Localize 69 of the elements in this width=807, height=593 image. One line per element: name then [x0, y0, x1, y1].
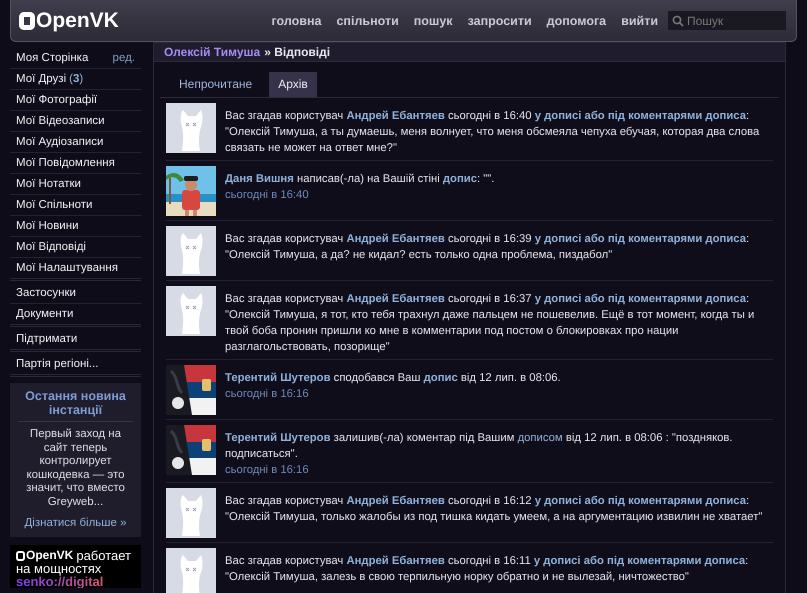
sidebar-link[interactable]: Документи: [16, 307, 74, 321]
timestamp: сьогодні в 16:16: [225, 463, 310, 478]
sidebar-link[interactable]: Мої Друзі: [16, 72, 66, 86]
banner-text: работает: [76, 549, 131, 562]
link[interactable]: у дописі або під коментарями дописа: [534, 293, 746, 305]
user-link[interactable]: Олексій Тимуша: [164, 45, 260, 59]
link[interactable]: у дописі або під коментарями дописа: [534, 233, 746, 245]
banner[interactable]: OpenVK работает на мощностях senko://digital: [10, 545, 141, 588]
notification-text: Вас згадав користувач Андрей Ебантяев сьогодні в 16:39 у дописі або під коментарями дописа: "Олексій Тимуша, а да? не кидал? есть только одна проблема, пиздабол": [225, 232, 750, 263]
nav-link[interactable]: допомога: [546, 14, 606, 28]
search-field[interactable]: Пошук: [668, 11, 786, 30]
link[interactable]: у дописі або під коментарями дописа: [534, 495, 746, 507]
link[interactable]: допис: [424, 372, 458, 384]
sidebar-link[interactable]: Мої Спільноти: [16, 198, 92, 212]
link[interactable]: у дописі або під коментарями дописа: [534, 110, 746, 122]
notification-text: Терентий Шутеров сподобався Ваш допис від 12 лип. в 08:06.: [225, 371, 561, 386]
nav-link[interactable]: спільноти: [336, 14, 399, 28]
sidebar-link[interactable]: Мої Новини: [16, 219, 79, 233]
page-title: » Відповіді: [264, 45, 330, 59]
avatar-icon[interactable]: [166, 488, 216, 538]
notification-text: Вас згадав користувач Андрей Ебантяев сьогодні в 16:11 у дописі або під коментарями дописа: "Олексій Тимуша, залезь в свою терпильную норку обратно и не вылезай, ничтожество": [225, 554, 750, 585]
notification-text: Даня Вишня написав(-ла) на Вашій стіні допис: "".: [225, 172, 494, 187]
timestamp: сьогодні в 16:16: [225, 387, 310, 402]
link[interactable]: Андрей Ебантяев: [346, 293, 445, 305]
sidebar-link[interactable]: Мої Повідомлення: [16, 156, 115, 170]
tab[interactable]: Непрочитане: [170, 72, 262, 97]
sidebar-link[interactable]: Мої Нотатки: [16, 177, 81, 191]
notification-text: Вас згадав користувач Андрей Ебантяев сьогодні в 16:12 у дописі або під коментарями дописа: "Олексій Тимуша, только жалобы из под тишка кидать умеем, а на аргументацию извилин не хватает": [225, 494, 764, 525]
sidebar-link[interactable]: Моя Сторінка: [16, 51, 88, 65]
read-more-link[interactable]: Дізнатися більше »: [24, 517, 127, 529]
link[interactable]: Андрей Ебантяев: [346, 495, 445, 507]
sidebar-link[interactable]: Мої Налаштування: [16, 261, 118, 275]
avatar-icon[interactable]: [166, 286, 216, 336]
nav-link[interactable]: головна: [272, 14, 322, 28]
logo[interactable]: OpenVK: [19, 8, 119, 32]
count-label: (3): [69, 72, 84, 86]
avatar-icon[interactable]: [166, 103, 216, 153]
sidebar-link[interactable]: Мої Аудіозаписи: [16, 135, 104, 149]
link[interactable]: Андрей Ебантяев: [346, 233, 445, 245]
sidebar-link[interactable]: Підтримати: [16, 332, 78, 346]
link[interactable]: у дописі або під коментарями дописа: [534, 555, 746, 567]
edit-link[interactable]: ред.: [112, 51, 135, 65]
nav-link[interactable]: вийти: [621, 14, 658, 28]
sidebar-link[interactable]: Мої Відеозаписи: [16, 114, 105, 128]
link[interactable]: Андрей Ебантяев: [346, 555, 445, 567]
sidebar-link[interactable]: Мої Відповіді: [16, 240, 86, 254]
notification-text: Вас згадав користувач Андрей Ебантяев сьогодні в 16:37 у дописі або під коментарями дописа: "Олексій Тимуша, я тот, кто тебя трахнул даже пальцем не пошевелив. Ещё в тот момент, когда ты и твой боба пронин пришли ко мне в комментарии под постом о блокировках про нации разглагольствовать, позорище": [225, 292, 756, 355]
nav-link[interactable]: пошук: [414, 14, 453, 28]
avatar-icon[interactable]: [166, 226, 216, 276]
banner-logo: OpenVK: [16, 549, 74, 562]
link[interactable]: Терентий Шутеров: [225, 432, 331, 444]
news-text: Первый заход на сайт теперь контролирует кошкодевка — это значит, что вместо Greyweb...: [25, 428, 126, 509]
avatar-icon[interactable]: [166, 548, 216, 593]
link[interactable]: Андрей Ебантяев: [346, 110, 445, 122]
tab[interactable]: Архів: [269, 72, 317, 97]
link[interactable]: Даня Вишня: [225, 173, 294, 185]
nav-link[interactable]: запросити: [468, 14, 532, 28]
sidebar-link[interactable]: Застосунки: [16, 286, 76, 300]
notification-text: Терентий Шутеров залишив(-ла) коментар під Вашим дописом від 12 лип. в 08:06 : "поздняков. подписаться".: [225, 431, 734, 462]
sidebar-link[interactable]: Мої Фотографії: [16, 93, 98, 107]
link[interactable]: допис: [442, 173, 477, 185]
search-icon[interactable]: [672, 15, 684, 27]
news-title: Остання новина інстанції: [18, 389, 133, 422]
banner-text: на мощностях: [16, 562, 102, 575]
link[interactable]: дописом: [518, 432, 563, 444]
timestamp: сьогодні в 16:40: [225, 188, 310, 203]
link[interactable]: Терентий Шутеров: [225, 372, 331, 384]
sidebar-link[interactable]: Партія регіоні...: [16, 357, 98, 371]
notification-text: Вас згадав користувач Андрей Ебантяев сьогодні в 16:40 у дописі або під коментарями дописа: "Олексій Тимуша, а ты думаешь, меня волнует, что меня обсмеяла чепуха ебучая, которая два слова связать не может на ответ мне?": [225, 109, 760, 156]
